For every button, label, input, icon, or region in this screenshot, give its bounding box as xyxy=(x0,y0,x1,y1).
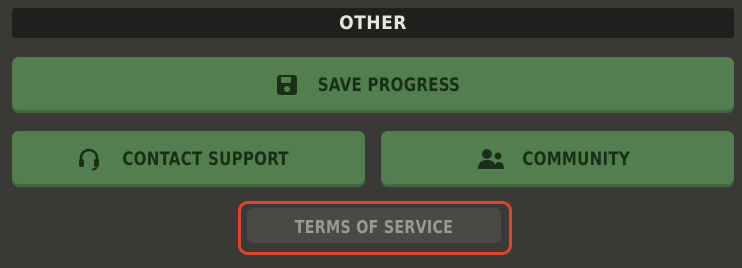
terms-of-service-label: TERMS OF SERVICE xyxy=(294,216,454,238)
save-progress-label: SAVE PROGRESS xyxy=(317,74,461,96)
terms-of-service-button[interactable]: TERMS OF SERVICE xyxy=(247,208,501,246)
save-icon xyxy=(276,74,298,96)
contact-support-label: CONTACT SUPPORT xyxy=(122,148,289,170)
contact-support-button[interactable]: CONTACT SUPPORT xyxy=(12,131,365,187)
community-button[interactable]: COMMUNITY xyxy=(381,131,734,187)
headset-icon xyxy=(77,147,101,171)
save-progress-button[interactable]: SAVE PROGRESS xyxy=(12,57,734,113)
section-title: OTHER xyxy=(339,12,407,34)
users-icon xyxy=(477,148,505,170)
section-header: OTHER xyxy=(12,8,734,38)
community-label: COMMUNITY xyxy=(522,148,631,170)
